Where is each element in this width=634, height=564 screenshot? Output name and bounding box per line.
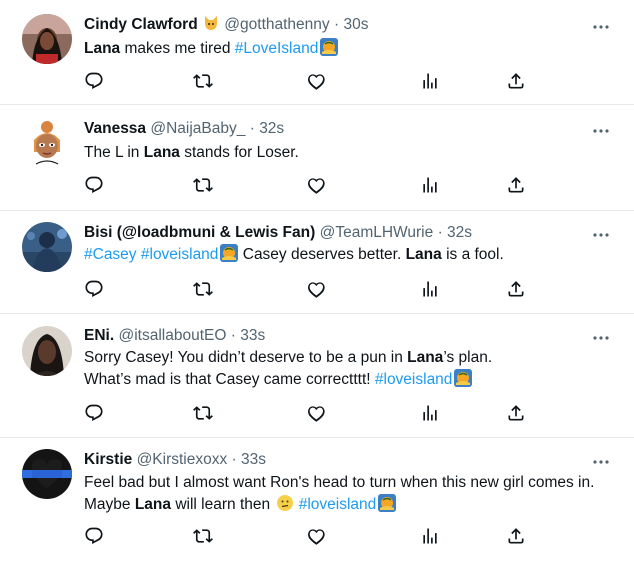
author-name[interactable]: Cindy Clawford <box>84 16 198 33</box>
author-handle[interactable]: @itsallaboutEO <box>118 327 226 344</box>
more-icon[interactable] <box>592 331 610 345</box>
divider <box>0 104 634 105</box>
timestamp[interactable]: 32s <box>447 224 472 241</box>
avatar[interactable] <box>22 118 72 168</box>
more-icon[interactable] <box>592 455 610 469</box>
more-icon[interactable] <box>592 228 610 242</box>
retweet-icon[interactable] <box>193 526 215 548</box>
tweet-text: The L in Lana stands for Loser. <box>84 144 299 161</box>
loveisland-emoji <box>378 494 396 512</box>
divider <box>0 210 634 211</box>
author-name[interactable]: Kirstie <box>84 451 132 468</box>
divider <box>0 313 634 314</box>
share-icon[interactable] <box>506 279 528 301</box>
share-icon[interactable] <box>506 175 528 197</box>
avatar[interactable] <box>22 326 72 376</box>
views-icon[interactable] <box>420 175 442 197</box>
cat-emoji <box>204 16 217 30</box>
tweet-text: Lana makes me tired #LoveIsland <box>84 38 338 60</box>
reply-icon[interactable] <box>84 526 106 548</box>
tweet-actions <box>84 279 534 301</box>
hashtag-link[interactable]: #Casey <box>84 246 137 263</box>
more-icon[interactable] <box>592 124 610 138</box>
reply-icon[interactable] <box>84 71 106 93</box>
timestamp[interactable]: 33s <box>241 451 266 468</box>
hashtag-link[interactable]: #loveisland <box>141 246 219 263</box>
reply-icon[interactable] <box>84 175 106 197</box>
hashtag-link[interactable]: #loveisland <box>375 371 453 388</box>
tweet-text: #Casey #loveisland Casey deserves better… <box>84 244 504 263</box>
retweet-icon[interactable] <box>193 403 215 425</box>
share-icon[interactable] <box>506 526 528 548</box>
reply-icon[interactable] <box>84 279 106 301</box>
retweet-icon[interactable] <box>193 279 215 301</box>
author-handle[interactable]: @NaijaBaby_ <box>150 120 245 137</box>
author-handle[interactable]: @Kirstiexoxx <box>137 451 228 468</box>
like-icon[interactable] <box>306 71 328 93</box>
tweet-actions <box>84 71 534 93</box>
views-icon[interactable] <box>420 403 442 425</box>
share-icon[interactable] <box>506 403 528 425</box>
timestamp[interactable]: 30s <box>343 16 368 33</box>
like-icon[interactable] <box>306 279 328 301</box>
avatar[interactable] <box>22 449 72 499</box>
retweet-icon[interactable] <box>193 175 215 197</box>
tweet-text: Sorry Casey! You didn’t deserve to be a … <box>84 349 493 388</box>
like-icon[interactable] <box>306 175 328 197</box>
tweet-text: Feel bad but I almost want Ron's head to… <box>84 474 595 513</box>
views-icon[interactable] <box>420 526 442 548</box>
more-icon[interactable] <box>592 20 610 34</box>
thinking-emoji <box>277 495 294 511</box>
author-handle[interactable]: @TeamLHWurie <box>320 224 434 241</box>
author-name[interactable]: Vanessa <box>84 120 146 137</box>
like-icon[interactable] <box>306 526 328 548</box>
avatar[interactable] <box>22 14 72 64</box>
like-icon[interactable] <box>306 403 328 425</box>
author-handle[interactable]: @gotthathenny <box>224 16 329 33</box>
loveisland-emoji <box>220 244 238 262</box>
avatar[interactable] <box>22 222 72 272</box>
timestamp[interactable]: 32s <box>259 120 284 137</box>
author-name[interactable]: Bisi (@loadbmuni & Lewis Fan) <box>84 224 315 241</box>
tweet-actions <box>84 403 534 425</box>
timestamp[interactable]: 33s <box>240 327 265 344</box>
hashtag-link[interactable]: #loveisland <box>299 496 377 513</box>
reply-icon[interactable] <box>84 403 106 425</box>
loveisland-emoji <box>454 369 472 387</box>
divider <box>0 437 634 438</box>
views-icon[interactable] <box>420 71 442 93</box>
views-icon[interactable] <box>420 279 442 301</box>
tweet-actions <box>84 526 534 548</box>
retweet-icon[interactable] <box>193 71 215 93</box>
loveisland-emoji <box>320 38 338 56</box>
hashtag-link[interactable]: #LoveIsland <box>235 40 319 57</box>
author-name[interactable]: ENi. <box>84 327 114 344</box>
tweet-actions <box>84 175 534 197</box>
share-icon[interactable] <box>506 71 528 93</box>
